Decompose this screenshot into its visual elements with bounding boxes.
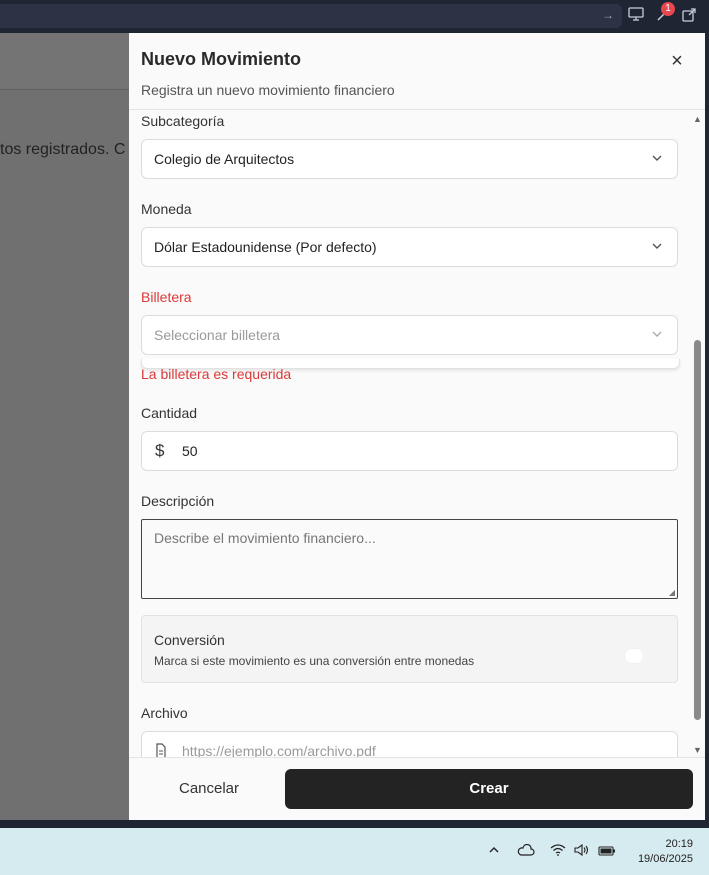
os-taskbar: 20:19 19/06/2025 <box>0 820 709 875</box>
subcategory-select[interactable]: Colegio de Arquitectos <box>141 139 678 179</box>
clock-date: 19/06/2025 <box>637 853 693 865</box>
wallet-placeholder: Seleccionar billetera <box>154 327 281 343</box>
scroll-down-icon[interactable]: ▼ <box>693 745 702 755</box>
amount-input[interactable]: $ 50 <box>141 431 678 471</box>
dialog-title: Nuevo Movimiento <box>141 49 302 69</box>
file-placeholder: https://ejemplo.com/archivo.pdf <box>182 743 376 757</box>
conversion-description: Marca si este movimiento es una conversi… <box>154 654 475 668</box>
currency-value: Dólar Estadounidense (Por defecto) <box>154 239 377 255</box>
conversion-title: Conversión <box>154 632 225 648</box>
window-edge <box>705 33 709 820</box>
cloud-icon[interactable] <box>517 843 535 859</box>
scrollbar-thumb[interactable] <box>694 340 701 720</box>
conversion-card: Conversión Marca si este movimiento es u… <box>141 615 678 683</box>
amount-label: Cantidad <box>141 405 198 421</box>
battery-icon[interactable] <box>598 843 616 859</box>
chevron-down-icon <box>651 228 663 281</box>
file-icon <box>155 732 167 757</box>
taskbar-edge <box>0 820 709 828</box>
currency-label: Moneda <box>141 201 192 217</box>
clock-time: 20:19 <box>665 838 693 850</box>
background-text: tos registrados. C <box>0 141 126 158</box>
create-button[interactable]: Crear <box>285 769 693 809</box>
amount-value: 50 <box>182 443 198 459</box>
dialog-footer: Cancelar Crear <box>129 757 705 820</box>
resize-handle-icon[interactable]: ◢ <box>669 588 675 597</box>
new-movement-dialog: Nuevo Movimiento Registra un nuevo movim… <box>129 33 705 820</box>
subcategory-value: Colegio de Arquitectos <box>154 151 295 167</box>
address-bar[interactable]: → <box>0 4 622 28</box>
external-link-icon[interactable] <box>680 7 698 25</box>
description-label: Descripción <box>141 493 215 509</box>
arrow-right-icon[interactable]: → <box>602 8 614 22</box>
volume-icon[interactable] <box>574 843 590 859</box>
chevron-up-icon[interactable] <box>488 843 500 859</box>
system-clock[interactable]: 20:19 19/06/2025 <box>638 837 693 867</box>
chevron-down-icon <box>651 140 663 193</box>
wifi-icon[interactable] <box>550 843 566 859</box>
wallet-label: Billetera <box>141 289 192 305</box>
description-textarea[interactable]: Describe el movimiento financiero... ◢ <box>141 519 678 599</box>
wallet-select[interactable]: Seleccionar billetera <box>141 315 678 355</box>
background-app-overlay[interactable]: tos registrados. C <box>0 33 129 820</box>
monitor-icon[interactable] <box>627 7 645 25</box>
background-header <box>0 33 129 90</box>
cancel-button[interactable]: Cancelar <box>141 769 277 809</box>
form-scrollbar[interactable]: ▲ ▼ <box>690 110 704 757</box>
form-scroll-area[interactable]: Subcategoría Colegio de Arquitectos Mone… <box>129 110 705 757</box>
dollar-icon: $ <box>155 441 165 460</box>
description-placeholder: Describe el movimiento financiero... <box>154 530 376 546</box>
browser-toolbar: → 1 <box>0 0 709 33</box>
wallet-error-message: La billetera es requerida <box>141 366 292 382</box>
close-icon[interactable]: × <box>669 51 685 71</box>
conversion-toggle[interactable] <box>625 649 643 663</box>
file-label: Archivo <box>141 705 188 721</box>
file-url-input[interactable]: https://ejemplo.com/archivo.pdf <box>141 731 678 757</box>
dialog-header: Nuevo Movimiento Registra un nuevo movim… <box>129 33 705 110</box>
notification-badge: 1 <box>661 2 675 16</box>
subcategory-label: Subcategoría <box>141 113 225 129</box>
dialog-subtitle: Registra un nuevo movimiento financiero <box>141 82 395 98</box>
scroll-up-icon[interactable]: ▲ <box>693 114 702 124</box>
currency-select[interactable]: Dólar Estadounidense (Por defecto) <box>141 227 678 267</box>
